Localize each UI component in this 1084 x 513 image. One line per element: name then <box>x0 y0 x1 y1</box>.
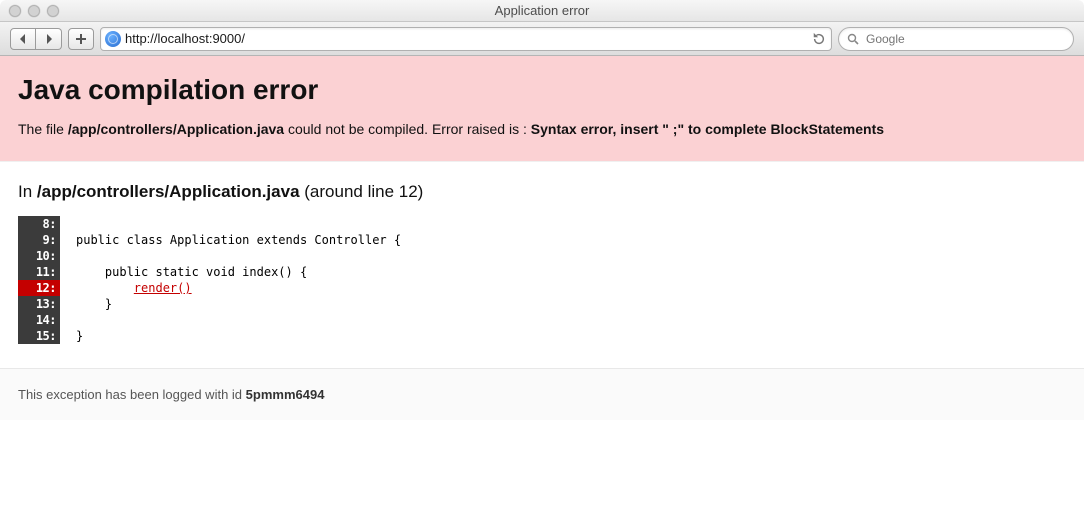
window-controls <box>9 5 59 17</box>
code-line: 8: <box>18 216 1066 232</box>
log-id: 5pmmm6494 <box>246 387 325 402</box>
code-location-suffix: (around line 12) <box>300 182 424 201</box>
code-location-prefix: In <box>18 182 37 201</box>
line-number: 13: <box>18 296 60 312</box>
line-number: 14: <box>18 312 60 328</box>
exception-log-footer: This exception has been logged with id 5… <box>0 368 1084 420</box>
line-content <box>60 248 76 264</box>
error-desc-mid: could not be compiled. Error raised is : <box>284 121 531 137</box>
code-line: 14: <box>18 312 1066 328</box>
titlebar: Application error <box>0 0 1084 22</box>
minimize-window-button[interactable] <box>28 5 40 17</box>
code-line: 9:public class Application extends Contr… <box>18 232 1066 248</box>
line-number: 15: <box>18 328 60 344</box>
error-desc-prefix: The file <box>18 121 68 137</box>
search-icon <box>847 33 859 45</box>
url-text[interactable]: http://localhost:9000/ <box>125 31 807 46</box>
close-window-button[interactable] <box>9 5 21 17</box>
code-section: In /app/controllers/Application.java (ar… <box>0 162 1084 344</box>
chevron-right-icon <box>44 34 54 44</box>
address-bar[interactable]: http://localhost:9000/ <box>100 27 832 51</box>
chevron-left-icon <box>18 34 28 44</box>
browser-toolbar: http://localhost:9000/ <box>0 22 1084 56</box>
browser-window: Application error http://localhost:9000/ <box>0 0 1084 513</box>
line-content <box>60 312 76 328</box>
error-description: The file /app/controllers/Application.ja… <box>18 120 1066 139</box>
code-line: 10: <box>18 248 1066 264</box>
log-prefix: This exception has been logged with id <box>18 387 246 402</box>
code-line: 15:} <box>18 328 1066 344</box>
line-number: 12: <box>18 280 60 296</box>
line-content: render() <box>60 280 192 296</box>
error-file-path: /app/controllers/Application.java <box>68 121 284 137</box>
line-content: public static void index() { <box>60 264 307 280</box>
reload-button[interactable] <box>811 31 827 47</box>
zoom-window-button[interactable] <box>47 5 59 17</box>
line-content: public class Application extends Control… <box>60 232 401 248</box>
line-content: } <box>60 328 83 344</box>
error-heading: Java compilation error <box>18 74 1066 106</box>
plus-icon <box>76 34 86 44</box>
error-reason: Syntax error, insert " ;" to complete Bl… <box>531 121 884 137</box>
reload-icon <box>812 32 826 46</box>
code-location-file: /app/controllers/Application.java <box>37 182 300 201</box>
line-content <box>60 216 76 232</box>
window-title: Application error <box>0 3 1084 18</box>
forward-button[interactable] <box>36 28 62 50</box>
line-content: } <box>60 296 112 312</box>
code-line: 11: public static void index() { <box>18 264 1066 280</box>
back-button[interactable] <box>10 28 36 50</box>
line-number: 11: <box>18 264 60 280</box>
error-banner: Java compilation error The file /app/con… <box>0 56 1084 162</box>
add-bookmark-button[interactable] <box>68 28 94 50</box>
error-token: render() <box>134 281 192 295</box>
line-number: 9: <box>18 232 60 248</box>
search-input[interactable] <box>864 31 1065 47</box>
nav-buttons <box>10 28 62 50</box>
globe-icon <box>105 31 121 47</box>
line-number: 10: <box>18 248 60 264</box>
code-listing: 8:9:public class Application extends Con… <box>18 216 1066 344</box>
line-number: 8: <box>18 216 60 232</box>
page-content[interactable]: Java compilation error The file /app/con… <box>0 56 1084 513</box>
code-line: 12: render() <box>18 280 1066 296</box>
search-field[interactable] <box>838 27 1074 51</box>
code-location: In /app/controllers/Application.java (ar… <box>18 182 1066 202</box>
code-line: 13: } <box>18 296 1066 312</box>
